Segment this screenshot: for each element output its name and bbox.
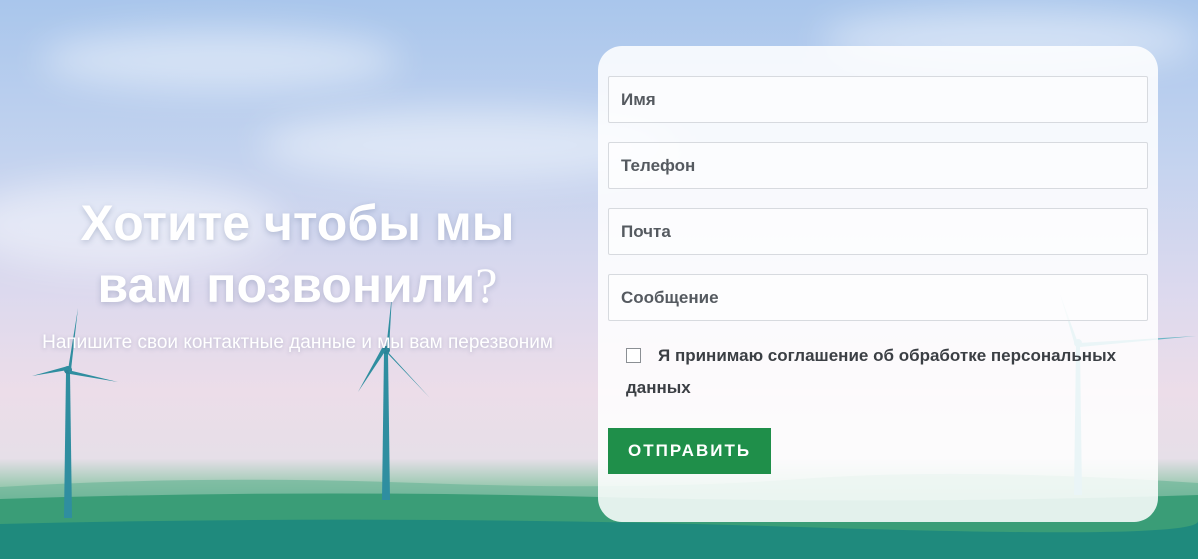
headline-line-1: Хотите чтобы мы xyxy=(80,195,515,251)
hero-section: Хотите чтобы мы вам позвонили? Напишите … xyxy=(0,0,1198,559)
callback-form: Я принимаю соглашение об обработке персо… xyxy=(598,46,1158,522)
cloud-decoration xyxy=(40,30,400,90)
consent-label[interactable]: Я принимаю соглашение об обработке персо… xyxy=(626,340,1148,404)
message-input[interactable] xyxy=(608,274,1148,321)
headline: Хотите чтобы мы вам позвонили? xyxy=(40,192,555,316)
name-input[interactable] xyxy=(608,76,1148,123)
headline-line-2: вам позвонили xyxy=(97,257,476,313)
intro-subtext: Напишите свои контактные данные и мы вам… xyxy=(42,332,553,353)
headline-question-mark: ? xyxy=(475,257,498,313)
callback-intro: Хотите чтобы мы вам позвонили? Напишите … xyxy=(40,192,555,362)
email-input[interactable] xyxy=(608,208,1148,255)
consent-row: Я принимаю соглашение об обработке персо… xyxy=(626,340,1148,404)
submit-button[interactable]: ОТПРАВИТЬ xyxy=(608,428,772,474)
phone-input[interactable] xyxy=(608,142,1148,189)
